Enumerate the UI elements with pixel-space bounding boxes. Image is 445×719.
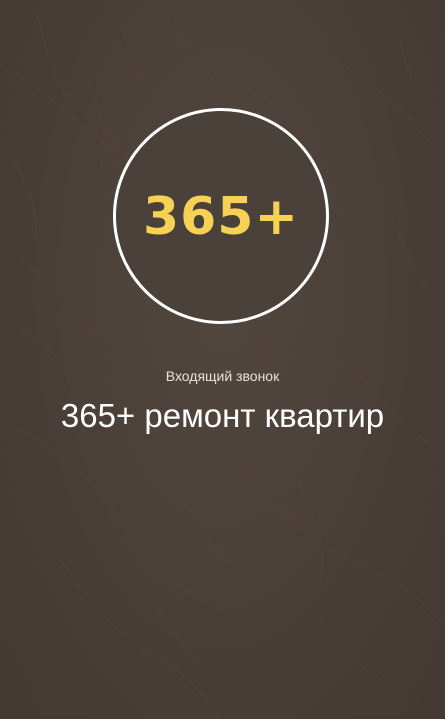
call-status-label: Входящий звонок [165,368,280,384]
incoming-call-screen: 365+ Входящий звонок 365+ ремонт квартир [0,0,445,719]
company-logo: 365+ [142,187,300,247]
caller-name: 365+ ремонт квартир [60,397,385,434]
caller-avatar: 365+ [113,108,329,324]
